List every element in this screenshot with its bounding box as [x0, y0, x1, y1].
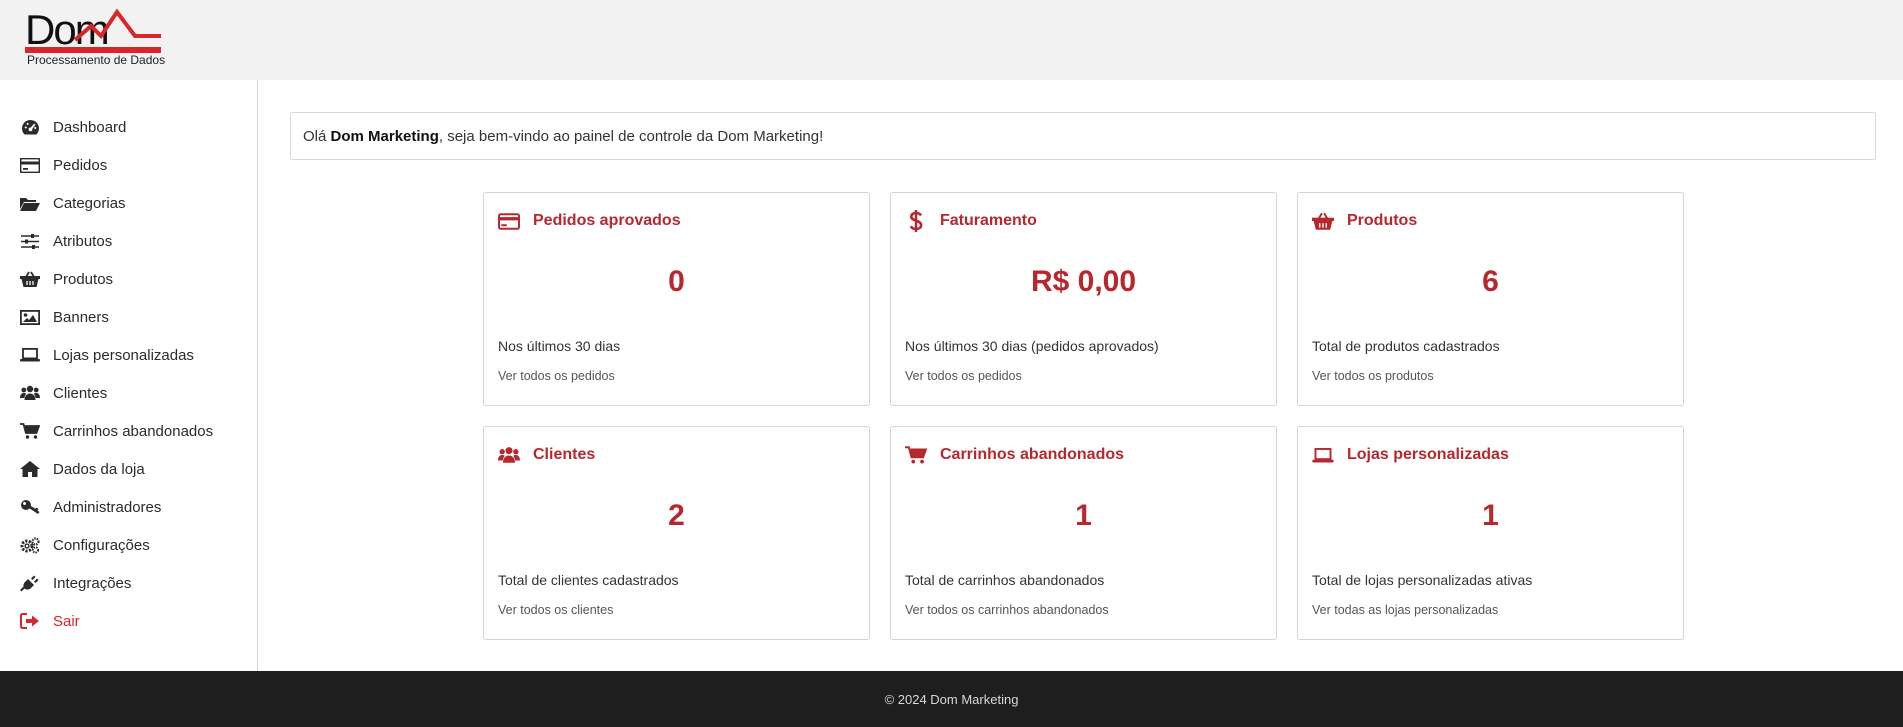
- card-title: Clientes: [533, 446, 596, 463]
- sidebar-item-label: Atributos: [53, 233, 113, 250]
- sidebar-item-label: Sair: [53, 613, 80, 630]
- card-title: Faturamento: [940, 212, 1037, 229]
- users-icon: [498, 445, 520, 465]
- laptop-icon: [1312, 445, 1334, 465]
- sidebar-item-carrinhos-abandonados[interactable]: Carrinhos abandonados: [0, 412, 257, 450]
- card-value: 2: [668, 499, 685, 532]
- logo-subtitle: Processamento de Dados: [27, 53, 166, 67]
- sidebar-item-label: Categorias: [53, 195, 126, 212]
- card-link[interactable]: Ver todos os produtos: [1312, 369, 1434, 383]
- footer-copyright: © 2024 Dom Marketing: [884, 691, 1019, 707]
- credit-card-icon: [498, 211, 520, 231]
- plug-icon: [20, 574, 40, 592]
- sidebar-item-label: Lojas personalizadas: [53, 347, 194, 364]
- card-link[interactable]: Ver todos os clientes: [498, 603, 613, 617]
- sidebar-item-administradores[interactable]: Administradores: [0, 488, 257, 526]
- sidebar-item-sair[interactable]: Sair: [0, 602, 257, 640]
- card-description: Total de carrinhos abandonados: [905, 572, 1105, 588]
- sign-out-icon: [20, 612, 40, 630]
- card-carrinhos-abandonados: Carrinhos abandonados 1 Total de carrinh…: [890, 426, 1277, 640]
- sidebar-item-produtos[interactable]: Produtos: [0, 260, 257, 298]
- sidebar-item-categorias[interactable]: Categorias: [0, 184, 257, 222]
- welcome-user-name: Dom Marketing: [330, 127, 439, 145]
- card-description: Total de lojas personalizadas ativas: [1312, 572, 1533, 588]
- card-link[interactable]: Ver todas as lojas personalizadas: [1312, 603, 1498, 617]
- sidebar-item-atributos[interactable]: Atributos: [0, 222, 257, 260]
- card-link[interactable]: Ver todos os carrinhos abandonados: [905, 603, 1109, 617]
- logo-mark: Dom: [25, 6, 161, 53]
- card-link[interactable]: Ver todos os pedidos: [905, 369, 1022, 383]
- logo[interactable]: Dom Processamento de Dados: [25, 6, 165, 70]
- card-value: 1: [1482, 499, 1499, 532]
- welcome-suffix: , seja bem-vindo ao painel de controle d…: [438, 127, 824, 145]
- credit-card-icon: [20, 156, 40, 174]
- cart-icon: [20, 422, 40, 440]
- laptop-icon: [20, 346, 40, 364]
- card-value: 1: [1075, 499, 1092, 532]
- card-produtos: Produtos 6 Total de produtos cadastrados…: [1297, 192, 1684, 406]
- sidebar-item-label: Produtos: [53, 271, 114, 288]
- welcome-banner: Olá Dom Marketing, seja bem-vindo ao pai…: [290, 112, 1876, 160]
- image-icon: [20, 308, 40, 326]
- sidebar-item-label: Configurações: [53, 537, 150, 554]
- sidebar-item-label: Dashboard: [53, 119, 127, 136]
- dollar-icon: [905, 210, 927, 232]
- card-description: Total de produtos cadastrados: [1312, 338, 1500, 354]
- welcome-prefix: Olá: [303, 127, 331, 145]
- sidebar-item-clientes[interactable]: Clientes: [0, 374, 257, 412]
- cart-icon: [905, 445, 927, 465]
- main-content: Olá Dom Marketing, seja bem-vindo ao pai…: [259, 80, 1903, 671]
- home-icon: [20, 460, 40, 478]
- card-value: 0: [668, 265, 685, 298]
- sidebar-item-label: Clientes: [53, 385, 108, 402]
- sliders-icon: [20, 232, 40, 250]
- card-pedidos-aprovados: Pedidos aprovados 0 Nos últimos 30 dias …: [483, 192, 870, 406]
- card-clientes: Clientes 2 Total de clientes cadastrados…: [483, 426, 870, 640]
- sidebar-item-dados-da-loja[interactable]: Dados da loja: [0, 450, 257, 488]
- sidebar-item-label: Integrações: [53, 575, 132, 592]
- basket-icon: [1312, 211, 1334, 231]
- sidebar-item-label: Pedidos: [53, 157, 108, 174]
- card-title: Produtos: [1347, 212, 1418, 229]
- card-title: Carrinhos abandonados: [940, 446, 1125, 463]
- sidebar-item-label: Banners: [53, 309, 109, 326]
- sidebar-item-configuracoes[interactable]: Configurações: [0, 526, 257, 564]
- top-bar: Dom Processamento de Dados: [0, 0, 1903, 80]
- sidebar-item-label: Carrinhos abandonados: [53, 423, 214, 440]
- sidebar: Dashboard Pedidos Categorias Atributos P…: [0, 80, 258, 671]
- card-value: 6: [1482, 265, 1499, 298]
- sidebar-item-lojas-personalizadas[interactable]: Lojas personalizadas: [0, 336, 257, 374]
- card-lojas-personalizadas: Lojas personalizadas 1 Total de lojas pe…: [1297, 426, 1684, 640]
- dashboard-icon: [20, 118, 40, 136]
- sidebar-item-label: Dados da loja: [53, 461, 145, 478]
- card-title: Pedidos aprovados: [533, 212, 681, 229]
- basket-icon: [20, 270, 40, 288]
- card-title: Lojas personalizadas: [1347, 446, 1509, 463]
- footer: © 2024 Dom Marketing: [0, 671, 1903, 727]
- card-description: Nos últimos 30 dias (pedidos aprovados): [905, 338, 1159, 354]
- card-faturamento: Faturamento R$ 0,00 Nos últimos 30 dias …: [890, 192, 1277, 406]
- folder-open-icon: [20, 194, 40, 212]
- gears-icon: [20, 536, 40, 554]
- users-icon: [20, 384, 40, 402]
- key-icon: [20, 498, 40, 516]
- sidebar-item-banners[interactable]: Banners: [0, 298, 257, 336]
- card-description: Nos últimos 30 dias: [498, 338, 621, 354]
- card-link[interactable]: Ver todos os pedidos: [498, 369, 615, 383]
- card-description: Total de clientes cadastrados: [498, 572, 679, 588]
- sidebar-item-integracoes[interactable]: Integrações: [0, 564, 257, 602]
- sidebar-item-dashboard[interactable]: Dashboard: [0, 108, 257, 146]
- sidebar-item-label: Administradores: [53, 499, 162, 516]
- sidebar-item-pedidos[interactable]: Pedidos: [0, 146, 257, 184]
- card-value: R$ 0,00: [1030, 265, 1137, 298]
